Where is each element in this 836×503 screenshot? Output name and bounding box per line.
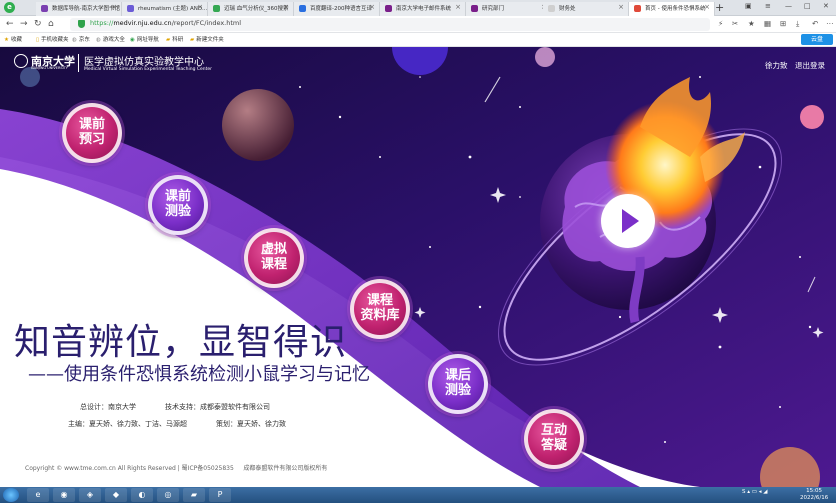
browser-tab-active[interactable]: 首页 - 使用条件恐惧系统 × xyxy=(629,2,715,16)
browser-tab[interactable]: 财务处 × xyxy=(543,2,629,16)
taskbar-powerpoint-icon[interactable]: P xyxy=(209,488,231,502)
download-icon[interactable]: ⤓ xyxy=(796,19,799,29)
bookmarks-bar: ★ 收藏 ▯ 手机收藏夹 ◍ 京东 ◍ 游戏大全 ◉ 网址导航 ▰ 科研 ▰ 新建文件夹 云盘 xyxy=(0,33,836,47)
new-tab-button[interactable]: + xyxy=(715,1,724,14)
close-tab-icon[interactable]: × xyxy=(455,3,461,11)
taskbar-app-icon[interactable]: ◐ xyxy=(131,488,153,502)
url-path: /report/FC/index.html xyxy=(171,19,242,27)
tab-favicon-icon xyxy=(41,5,48,12)
close-tab-icon[interactable]: × xyxy=(283,3,289,11)
apps-icon[interactable]: ⊞ xyxy=(780,19,786,28)
credit-design: 总设计：南京大学 xyxy=(80,403,136,411)
phone-icon: ▯ xyxy=(36,37,40,43)
windows-taskbar: e ◉ ◈ ◆ ◐ ◎ ▰ P S ▴ ▭ ◂ ◢ 15:05 2022/6/16 xyxy=(0,487,836,503)
globe-icon: ◍ xyxy=(96,37,101,43)
forward-icon[interactable]: → xyxy=(20,19,28,29)
close-tab-icon[interactable]: × xyxy=(704,3,710,11)
skin-icon[interactable]: ▣ xyxy=(745,2,752,10)
browser-tab[interactable]: 百度翻译-200种语言互译 × xyxy=(294,2,380,16)
lightning-icon[interactable]: ⚡ xyxy=(718,19,723,28)
bookmark-item[interactable]: ◉ 网址导航 xyxy=(130,35,159,43)
browser-tab[interactable]: 南京大学电子邮件系统 × xyxy=(380,2,466,16)
close-window-icon[interactable]: ✕ xyxy=(823,2,829,10)
browser-nav-bar: ← → ↻ ⌂ https://medvir.nju.edu.cn/report… xyxy=(0,16,836,33)
extensions-icon[interactable]: ▦ xyxy=(764,19,771,28)
tab-favicon-icon xyxy=(299,5,306,12)
bookmark-item[interactable]: ▰ 新建文件夹 xyxy=(190,35,224,43)
more-icon[interactable]: ⋯ xyxy=(826,19,834,28)
nav-virtual-course-button[interactable]: 虚拟 课程 xyxy=(244,228,304,288)
url-scheme: https:// xyxy=(90,19,114,27)
user-name[interactable]: 徐力致 xyxy=(765,60,788,71)
tab-favicon-icon xyxy=(634,5,641,12)
tab-favicon-icon xyxy=(127,5,134,12)
taskbar-app-icon[interactable]: ◈ xyxy=(79,488,101,502)
browser-logo-icon: e xyxy=(4,2,15,13)
taskbar-folder-icon[interactable]: ▰ xyxy=(183,488,205,502)
center-name-en: Medical Virtual Simulation Experimental … xyxy=(84,67,213,72)
page-content: 南京大学 NANJING UNIVERSITY 医学虚拟仿真实验教学中心 Med… xyxy=(0,47,836,487)
system-tray-icons[interactable]: S ▴ ▭ ◂ ◢ xyxy=(742,489,767,495)
favorites-icon[interactable]: ★ xyxy=(748,19,755,28)
taskbar-browser-icon[interactable]: e xyxy=(27,488,49,502)
close-tab-icon[interactable]: × xyxy=(369,3,375,11)
tab-favicon-icon xyxy=(471,5,478,12)
close-tab-icon[interactable]: × xyxy=(618,3,624,11)
globe-icon: ◍ xyxy=(72,37,77,43)
footer-copyright: Copyright © www.tme.com.cn All Rights Re… xyxy=(25,465,328,472)
folder-icon: ▰ xyxy=(166,37,171,43)
nav-post-test-button[interactable]: 课后 测验 xyxy=(428,354,488,414)
bookmark-item[interactable]: ◍ 游戏大全 xyxy=(96,35,125,43)
logout-link[interactable]: 退出登录 xyxy=(795,60,825,71)
browser-tab[interactable]: 数据库导航-南京大学图书馆 × xyxy=(36,2,122,16)
taskbar-clock[interactable]: 15:05 2022/6/16 xyxy=(800,488,828,502)
reload-icon[interactable]: ↻ xyxy=(34,19,42,29)
start-button-icon[interactable] xyxy=(3,488,19,502)
tab-favicon-icon xyxy=(548,5,555,12)
tab-favicon-icon xyxy=(213,5,220,12)
play-video-button[interactable] xyxy=(601,194,655,248)
history-icon[interactable]: ↶ xyxy=(812,19,818,28)
minimize-icon[interactable]: — xyxy=(785,2,792,10)
university-name-en: NANJING UNIVERSITY xyxy=(31,66,68,70)
cloud-drive-button[interactable]: 云盘 xyxy=(801,34,833,45)
nav-course-library-button[interactable]: 课程 资料库 xyxy=(350,279,410,339)
taskbar-chrome-icon[interactable]: ◉ xyxy=(53,488,75,502)
university-emblem-icon xyxy=(14,54,28,68)
close-tab-icon[interactable]: × xyxy=(111,3,117,11)
star-icon: ★ xyxy=(4,37,9,43)
nav-pre-test-button[interactable]: 课前 测验 xyxy=(148,175,208,235)
bookmark-item[interactable]: ▰ 科研 xyxy=(166,35,183,43)
browser-tab[interactable]: rheumatism (主题) AND... × xyxy=(122,2,208,16)
credit-tech: 技术支持：成都泰盟软件有限公司 xyxy=(165,403,270,411)
close-tab-icon[interactable]: × xyxy=(197,3,203,11)
taskbar-wechat-icon[interactable]: ◎ xyxy=(157,488,179,502)
folder-icon: ▰ xyxy=(190,37,195,43)
hero-title: 知音辨位，显智得识 xyxy=(14,322,348,363)
security-shield-icon xyxy=(78,20,85,28)
tab-favicon-icon xyxy=(385,5,392,12)
url-host: medvir.nju.edu.cn xyxy=(113,19,172,27)
browser-tab[interactable]: 研究部门× xyxy=(466,2,552,16)
browser-tab[interactable]: 迈瑞 血气分析仪_360搜索 × xyxy=(208,2,294,16)
logo-divider xyxy=(78,54,79,72)
compass-icon: ◉ xyxy=(130,37,135,43)
menu-icon[interactable]: ≡ xyxy=(765,2,771,10)
address-bar[interactable]: https://medvir.nju.edu.cn/report/FC/inde… xyxy=(70,18,710,31)
scissors-icon[interactable]: ✂ xyxy=(732,19,738,28)
browser-tab-bar: e 数据库导航-南京大学图书馆 × rheumatism (主题) AND... ×… xyxy=(0,0,836,16)
maximize-icon[interactable]: □ xyxy=(804,2,811,10)
bookmark-item[interactable]: ▯ 手机收藏夹 xyxy=(36,35,69,43)
bookmark-item[interactable]: ◍ 京东 xyxy=(72,35,90,43)
home-icon[interactable]: ⌂ xyxy=(48,19,54,29)
taskbar-app-icon[interactable]: ◆ xyxy=(105,488,127,502)
hero-subtitle: ——使用条件恐惧系统检测小鼠学习与记忆 xyxy=(28,364,370,385)
nav-pre-study-button[interactable]: 课前 预习 xyxy=(62,103,122,163)
center-name: 医学虚拟仿真实验教学中心 xyxy=(84,57,204,68)
credit-planning: 策划：夏天娇、徐力致 xyxy=(216,420,286,428)
back-icon[interactable]: ← xyxy=(6,19,14,29)
nav-qa-button[interactable]: 互动 答疑 xyxy=(524,409,584,469)
credit-editors: 主编：夏天娇、徐力致、丁洁、马源超 xyxy=(68,420,187,428)
bookmark-item[interactable]: ★ 收藏 xyxy=(4,35,22,43)
